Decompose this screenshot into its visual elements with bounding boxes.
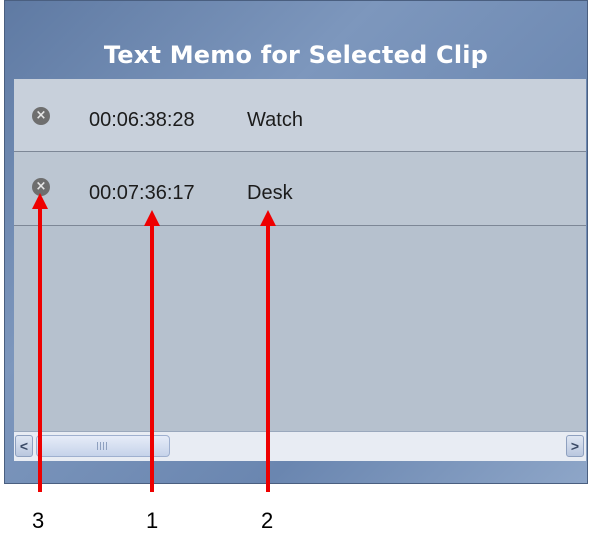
scroll-left-button[interactable]: < [15,435,33,457]
callout-label-2: 2 [261,508,274,533]
horizontal-scrollbar[interactable]: < > [14,431,586,461]
callout-arrow-3 [38,207,42,492]
text-memo-panel: Text Memo for Selected Clip × 00:06:38:2… [4,0,588,484]
memo-row[interactable]: × 00:06:38:28 Watch [14,79,586,152]
scroll-right-button[interactable]: > [566,435,584,457]
memo-list: × 00:06:38:28 Watch × 00:07:36:17 Desk [14,79,586,431]
thumb-grip [97,442,109,450]
callout-arrow-1 [150,224,154,492]
memo-row[interactable]: × 00:07:36:17 Desk [14,152,586,226]
memo-text[interactable]: Desk [247,182,293,205]
memo-timecode: 00:06:38:28 [89,109,195,131]
memo-timecode: 00:07:36:17 [89,182,195,204]
callout-label-1: 1 [146,508,159,533]
memo-text[interactable]: Watch [247,109,303,132]
callout-arrow-2 [266,224,270,492]
delete-memo-icon[interactable]: × [32,107,50,125]
callout-label-3: 3 [32,508,45,533]
panel-title: Text Memo for Selected Clip [103,41,489,69]
